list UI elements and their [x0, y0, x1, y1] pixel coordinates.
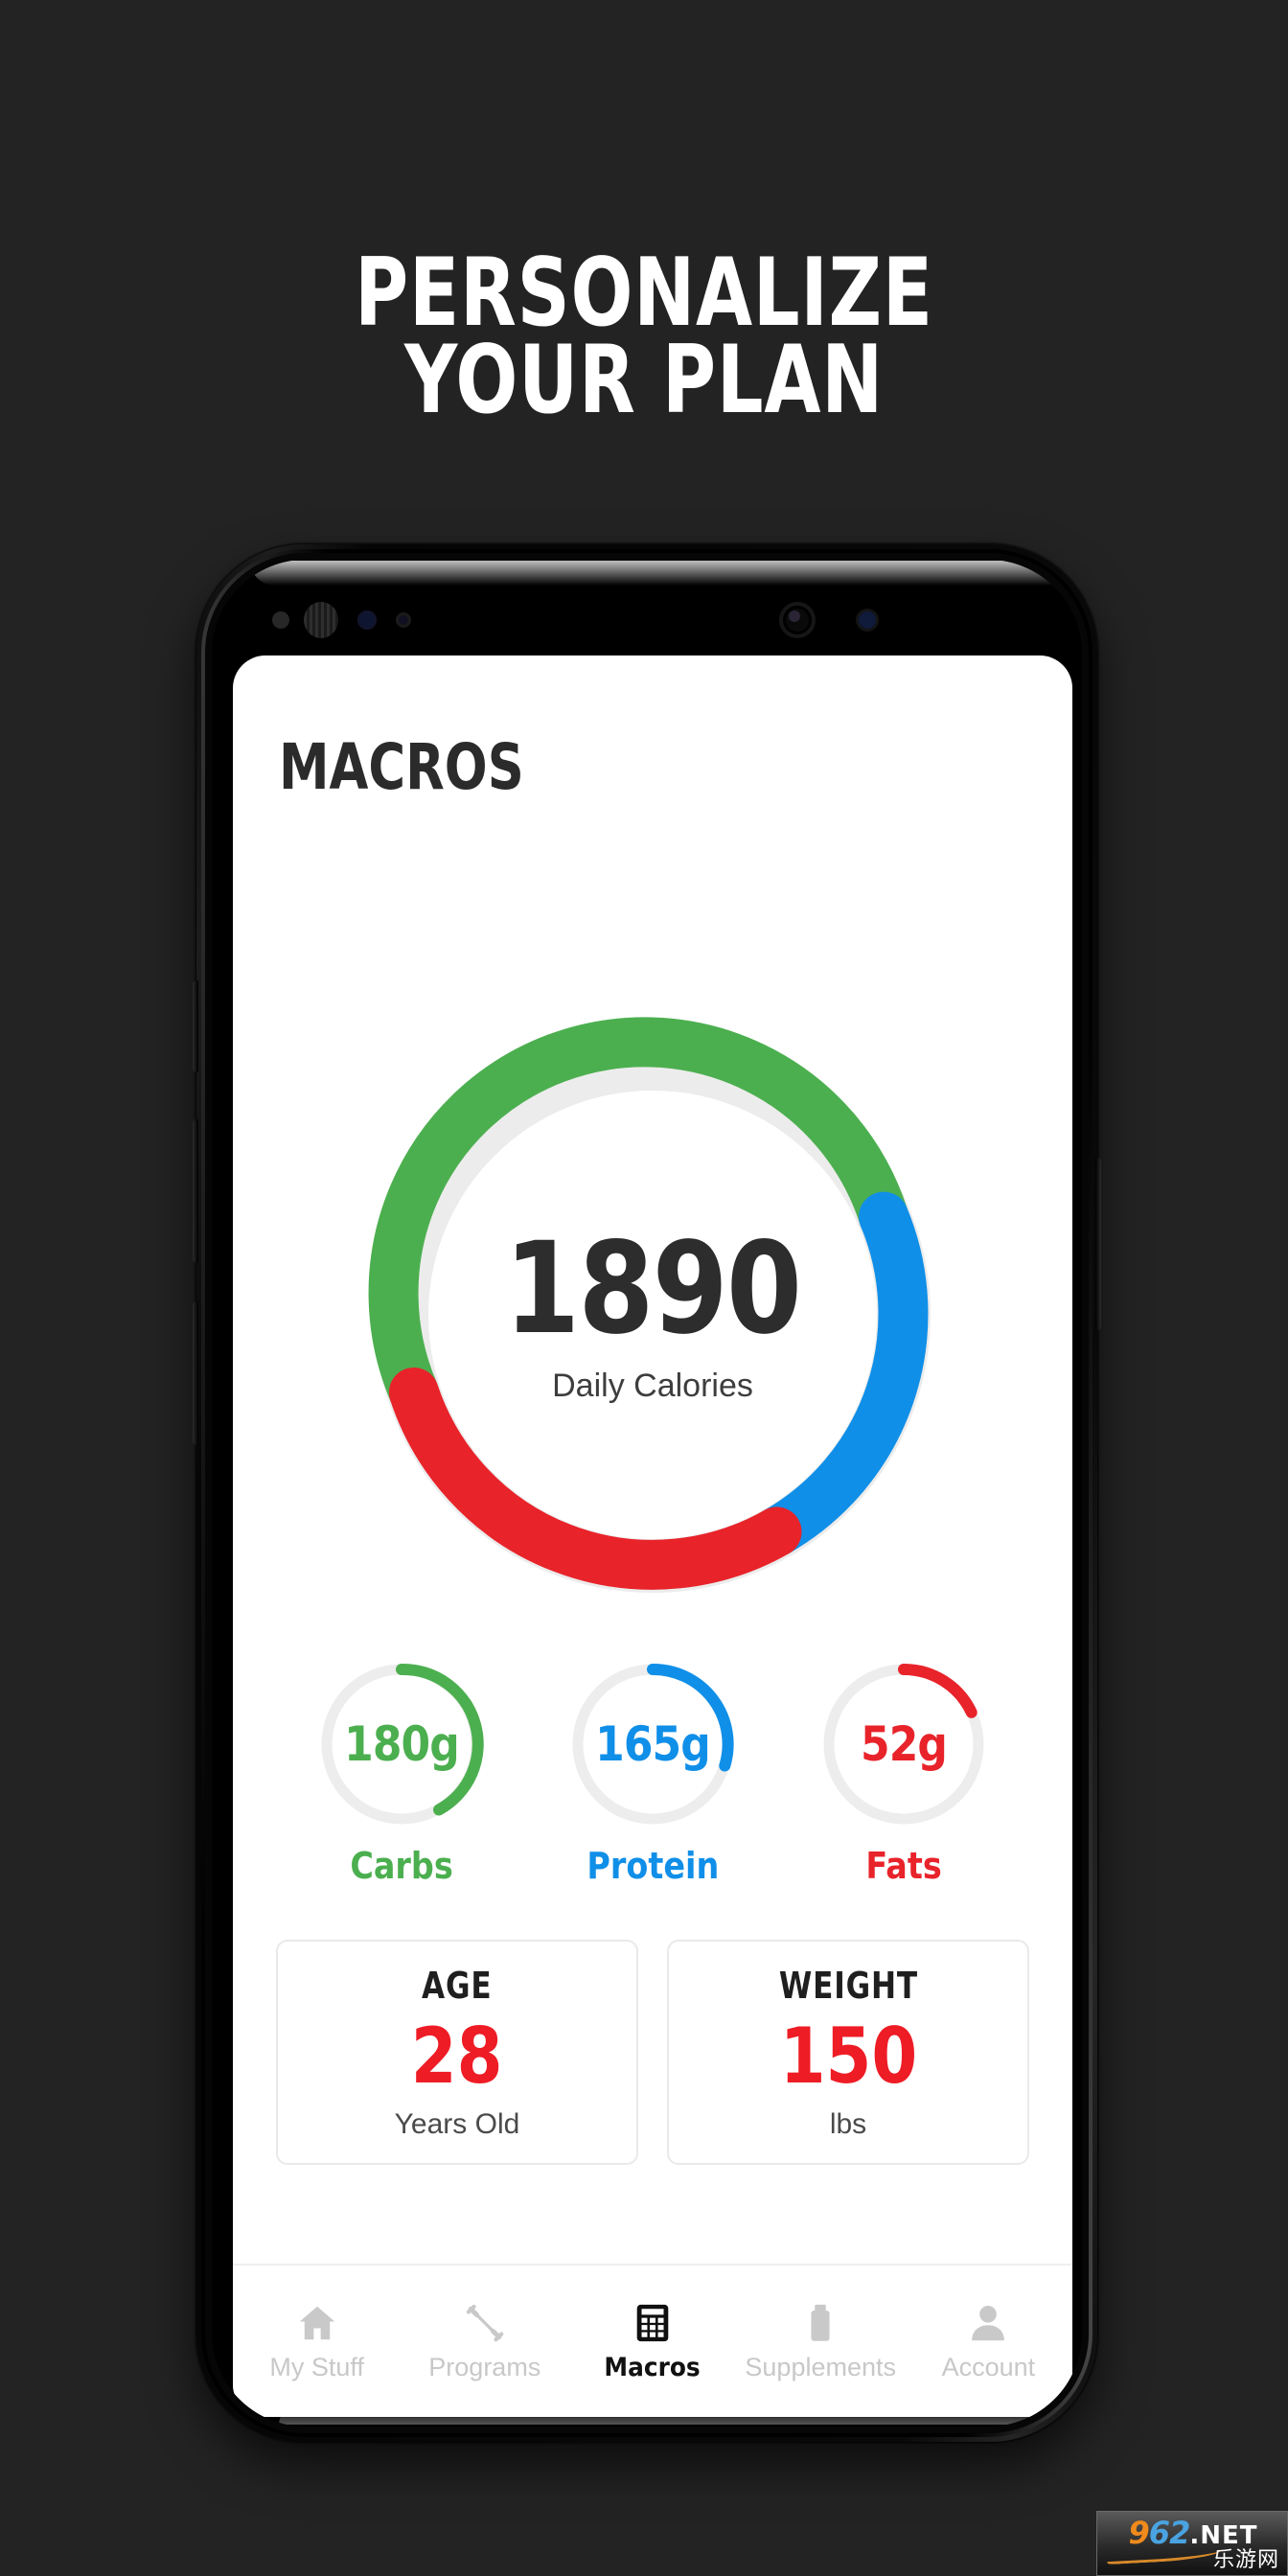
nav-item-account[interactable]: Account: [905, 2301, 1072, 2382]
phone-mockup: MACROS 1890 Daily Calories 180g Carbs 16…: [193, 544, 1101, 2442]
earpiece-speaker-icon: [212, 599, 214, 617]
phone-button-volume-up[interactable]: [193, 1119, 198, 1263]
infrared-sensor-icon: [272, 611, 289, 629]
age-card-unit: Years Old: [394, 2107, 520, 2140]
age-card[interactable]: AGE 28 Years Old: [276, 1940, 638, 2165]
nav-item-macros[interactable]: Macros: [568, 2301, 736, 2382]
app-screen: MACROS 1890 Daily Calories 180g Carbs 16…: [233, 656, 1072, 2417]
person-icon: [972, 2305, 1005, 2340]
nav-label-my-stuff: My Stuff: [269, 2352, 364, 2381]
protein-label: Protein: [586, 1845, 719, 1887]
front-camera-icon: [779, 602, 816, 638]
protein-value: 165g: [595, 1716, 711, 1772]
bottle-icon: [811, 2304, 830, 2341]
fats-ring: 52g: [816, 1657, 991, 1831]
stat-card-row: AGE 28 Years Old WEIGHT 150 lbs: [233, 1940, 1072, 2165]
fats-label: Fats: [865, 1845, 942, 1887]
weight-card-value: 150: [779, 2011, 917, 2101]
nav-item-my-stuff[interactable]: My Stuff: [233, 2301, 401, 2382]
donut-center-content: 1890 Daily Calories: [346, 1008, 959, 1622]
proximity-sensor-icon: [357, 610, 377, 630]
calorie-donut-chart: 1890 Daily Calories: [346, 1008, 959, 1622]
sensor-cluster: [212, 599, 1082, 638]
phone-button-power[interactable]: [1095, 1158, 1101, 1330]
nav-label-supplements: Supplements: [745, 2352, 897, 2381]
bottom-navigation-bar: My Stuff Programs Macros Supplements Acc…: [233, 2264, 1072, 2417]
phone-top-bezel: [212, 560, 1082, 656]
carbs-ring: 180g: [314, 1657, 489, 1831]
fats-value: 52g: [860, 1716, 948, 1772]
calculator-icon: [636, 2304, 669, 2341]
iris-scanner-icon: [304, 602, 338, 638]
nav-item-programs[interactable]: Programs: [401, 2301, 568, 2382]
age-card-value: 28: [411, 2011, 503, 2101]
promo-headline-line2: YOUR PLAN: [403, 326, 885, 436]
nav-item-supplements[interactable]: Supplements: [737, 2301, 905, 2382]
phone-button-bixby[interactable]: [193, 980, 198, 1072]
macro-carbs[interactable]: 180g Carbs: [306, 1657, 497, 1887]
macro-fats[interactable]: 52g Fats: [808, 1657, 1000, 1887]
macro-ring-row: 180g Carbs 165g Protein 52g Fats: [233, 1657, 1072, 1887]
page-title: MACROS: [279, 730, 524, 804]
phone-button-volume-down[interactable]: [193, 1301, 198, 1445]
weight-card-unit: lbs: [829, 2107, 867, 2140]
protein-ring: 165g: [565, 1657, 740, 1831]
promo-headline: PERSONALIZE YOUR PLAN: [142, 163, 1146, 513]
age-card-title: AGE: [422, 1964, 493, 2007]
calorie-value: 1890: [504, 1214, 802, 1363]
weight-card-title: WEIGHT: [778, 1964, 918, 2007]
macro-protein[interactable]: 165g Protein: [557, 1657, 748, 1887]
calorie-label: Daily Calories: [552, 1367, 753, 1404]
watermark-chinese-label: 乐游网: [1212, 2548, 1279, 2572]
nav-label-macros: Macros: [604, 2352, 702, 2382]
phone-glass: MACROS 1890 Daily Calories 180g Carbs 16…: [212, 560, 1082, 2426]
nav-label-programs: Programs: [428, 2352, 541, 2381]
carbs-value: 180g: [344, 1716, 460, 1772]
watermark-num1: 9: [1128, 2515, 1150, 2551]
carbs-label: Carbs: [350, 1845, 453, 1887]
home-icon: [299, 2306, 334, 2339]
light-sensor-icon: [396, 612, 411, 628]
dumbbell-icon: [466, 2304, 504, 2341]
nav-label-account: Account: [941, 2352, 1036, 2381]
status-led-icon: [856, 609, 879, 632]
site-watermark: 962.NET 乐游网: [1096, 2511, 1288, 2576]
weight-card[interactable]: WEIGHT 150 lbs: [667, 1940, 1029, 2165]
